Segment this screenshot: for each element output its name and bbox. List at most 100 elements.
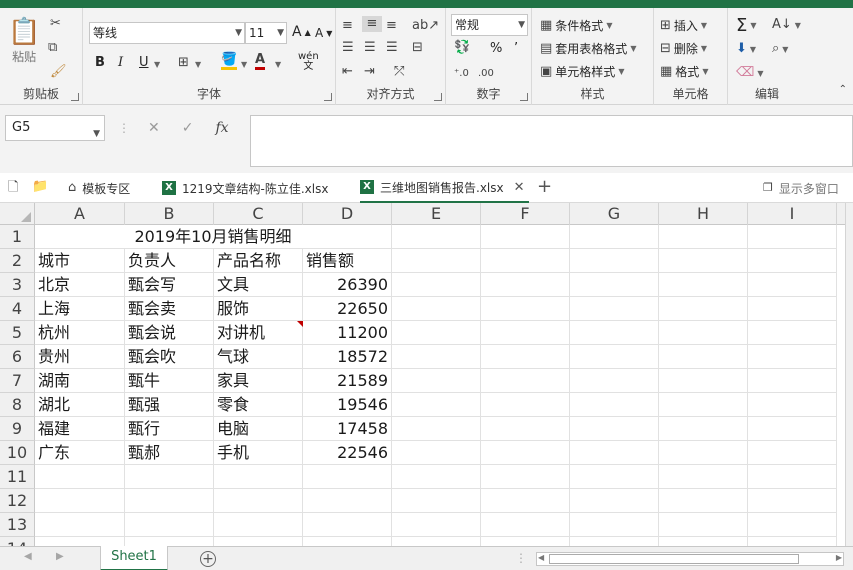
cell-g2[interactable] — [570, 249, 659, 273]
cell-f6[interactable] — [481, 345, 570, 369]
cell-c3[interactable]: 文具 — [214, 273, 303, 297]
cell-i10[interactable] — [748, 441, 837, 465]
cell-b2[interactable]: 负责人 — [125, 249, 214, 273]
cell-d3[interactable]: 26390 — [303, 273, 392, 297]
cell-a5[interactable]: 杭州 — [35, 321, 125, 345]
cell-h5[interactable] — [659, 321, 748, 345]
cell-c6[interactable]: 气球 — [214, 345, 303, 369]
cell-e8[interactable] — [392, 393, 481, 417]
cell-g7[interactable] — [570, 369, 659, 393]
format-as-table-button[interactable]: ▤ 套用表格格式 ▼ — [540, 40, 636, 57]
cell-d5[interactable]: 11200 — [303, 321, 392, 345]
cell-a9[interactable]: 福建 — [35, 417, 125, 441]
decrease-decimal-icon[interactable]: .00 — [478, 66, 494, 82]
cell-a13[interactable] — [35, 513, 125, 537]
sheet-tab-sheet1[interactable]: Sheet1 — [100, 546, 168, 570]
cell-i7[interactable] — [748, 369, 837, 393]
font-name-combo[interactable]: 等线 ▼ — [89, 22, 245, 44]
folder-icon[interactable]: 📁 — [32, 179, 48, 195]
cell-d13[interactable] — [303, 513, 392, 537]
underline-button[interactable]: U — [139, 55, 149, 70]
cell-d9[interactable]: 17458 — [303, 417, 392, 441]
row-header[interactable]: 12 — [0, 489, 35, 513]
cell-d2[interactable]: 销售额 — [303, 249, 392, 273]
cell-d8[interactable]: 19546 — [303, 393, 392, 417]
fill-button[interactable]: ⬇ ▼ — [736, 41, 756, 57]
align-right-icon[interactable]: ☰ — [386, 40, 398, 56]
close-icon[interactable]: ✕ — [514, 180, 525, 195]
cell-f11[interactable] — [481, 465, 570, 489]
cell-c4[interactable]: 服饰 — [214, 297, 303, 321]
chevron-down-icon[interactable]: ▼ — [154, 60, 160, 69]
cell-e14[interactable] — [392, 537, 481, 546]
cell-f14[interactable] — [481, 537, 570, 546]
cell-e4[interactable] — [392, 297, 481, 321]
cell-c9[interactable]: 电脑 — [214, 417, 303, 441]
align-left-icon[interactable]: ☰ — [342, 40, 354, 56]
clipboard-dialog-launcher[interactable] — [71, 93, 79, 101]
row-header[interactable]: 10 — [0, 441, 35, 465]
cell-d6[interactable]: 18572 — [303, 345, 392, 369]
row-header[interactable]: 13 — [0, 513, 35, 537]
cell-f7[interactable] — [481, 369, 570, 393]
sort-filter-button[interactable]: A↓ ▼ — [772, 17, 801, 33]
cell-a11[interactable] — [35, 465, 125, 489]
cell-h9[interactable] — [659, 417, 748, 441]
cell-i5[interactable] — [748, 321, 837, 345]
sheet-title-cell[interactable]: 2019年10月销售明细 — [35, 225, 392, 249]
grow-font-button[interactable]: A ▲ — [292, 24, 311, 40]
worksheet-grid[interactable]: A B C D E F G H I 1 2019年10月销售明细 2 城市 负责人 产品名… — [0, 203, 853, 546]
font-color-icon[interactable]: A — [255, 53, 266, 70]
cell-g8[interactable] — [570, 393, 659, 417]
cell-g4[interactable] — [570, 297, 659, 321]
scroll-tabs-right-icon[interactable]: ▶ — [56, 551, 64, 562]
fill-color-icon[interactable]: 🪣 — [221, 53, 238, 70]
column-header-b[interactable]: B — [125, 203, 214, 225]
number-format-combo[interactable]: 常规 ▼ — [451, 14, 528, 36]
row-header[interactable]: 2 — [0, 249, 35, 273]
cell-e7[interactable] — [392, 369, 481, 393]
find-select-button[interactable]: ⌕ ▼ — [772, 41, 788, 57]
cell-e13[interactable] — [392, 513, 481, 537]
cell-g12[interactable] — [570, 489, 659, 513]
formula-input[interactable] — [250, 115, 853, 167]
cell-i3[interactable] — [748, 273, 837, 297]
cell-f5[interactable] — [481, 321, 570, 345]
workbook-tab-template[interactable]: ⌂ 模板专区 — [68, 173, 130, 203]
cell-c12[interactable] — [214, 489, 303, 513]
cell-h6[interactable] — [659, 345, 748, 369]
cell-i9[interactable] — [748, 417, 837, 441]
cell-f13[interactable] — [481, 513, 570, 537]
column-header-g[interactable]: G — [570, 203, 659, 225]
decrease-indent-icon[interactable]: ⇤ — [342, 64, 353, 80]
cell-a10[interactable]: 广东 — [35, 441, 125, 465]
row-header[interactable]: 4 — [0, 297, 35, 321]
row-header[interactable]: 14 — [0, 537, 35, 546]
increase-decimal-icon[interactable]: ⁺.0 — [454, 66, 469, 82]
cell-styles-button[interactable]: ▣ 单元格样式 ▼ — [540, 63, 624, 80]
align-middle-icon[interactable]: ≡ — [362, 16, 382, 32]
row-header[interactable]: 9 — [0, 417, 35, 441]
column-header-c[interactable]: C — [214, 203, 303, 225]
cell-a7[interactable]: 湖南 — [35, 369, 125, 393]
cell-f3[interactable] — [481, 273, 570, 297]
cell-f10[interactable] — [481, 441, 570, 465]
cell-b3[interactable]: 甄会写 — [125, 273, 214, 297]
cell-e10[interactable] — [392, 441, 481, 465]
cell-a8[interactable]: 湖北 — [35, 393, 125, 417]
cell-d14[interactable] — [303, 537, 392, 546]
cell-e3[interactable] — [392, 273, 481, 297]
cell-f8[interactable] — [481, 393, 570, 417]
horizontal-scrollbar[interactable]: ◀ ▶ — [536, 552, 844, 566]
cell-d11[interactable] — [303, 465, 392, 489]
row-header[interactable]: 5 — [0, 321, 35, 345]
cell-a6[interactable]: 贵州 — [35, 345, 125, 369]
cell-d12[interactable] — [303, 489, 392, 513]
cell-b6[interactable]: 甄会吹 — [125, 345, 214, 369]
cell-a12[interactable] — [35, 489, 125, 513]
cell-g1[interactable] — [570, 225, 659, 249]
italic-button[interactable]: I — [118, 55, 123, 70]
cell-i6[interactable] — [748, 345, 837, 369]
cell-g14[interactable] — [570, 537, 659, 546]
orientation-icon[interactable]: ab↗ — [412, 18, 439, 34]
